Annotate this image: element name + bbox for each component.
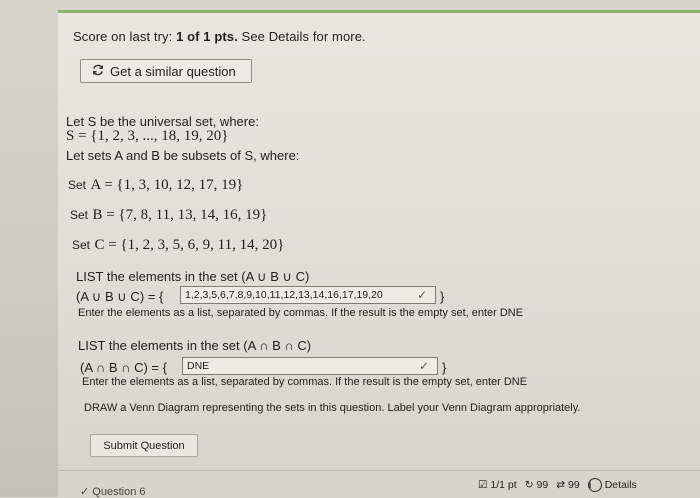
- intersection-answer-value: DNE: [187, 360, 210, 372]
- intersection-suffix: }: [442, 360, 447, 375]
- retries-value: 99: [536, 479, 549, 491]
- next-question-label: Question 6: [92, 486, 146, 498]
- details-label: Details: [604, 479, 637, 491]
- exchange-icon: ⇄: [556, 479, 566, 491]
- points-value: 1/1 pt: [490, 479, 517, 491]
- retries-stat: ↻ 99: [525, 479, 549, 491]
- set-c-label: Set: [72, 238, 91, 252]
- points-stat: ☑ 1/1 pt: [478, 479, 517, 491]
- question-panel: [58, 13, 700, 497]
- set-b-line: Set B = {7, 8, 11, 13, 14, 16, 19}: [70, 206, 267, 224]
- score-suffix: See Details for more.: [237, 29, 366, 44]
- venn-instruction: DRAW a Venn Diagram representing the set…: [84, 402, 581, 414]
- get-similar-question-button[interactable]: Get a similar question: [80, 59, 252, 83]
- footer-stats: ☑ 1/1 pt ↻ 99 ⇄ 99 i Details: [478, 478, 637, 492]
- set-b-value: B = {7, 8, 11, 13, 14, 16, 19}: [92, 207, 268, 223]
- next-question-link[interactable]: ✓ Question 6: [80, 485, 145, 498]
- score-prefix: Score on last try:: [73, 29, 177, 44]
- set-a-label: Set: [68, 178, 87, 192]
- set-c-line: Set C = {1, 2, 3, 5, 6, 9, 11, 14, 20}: [72, 236, 284, 254]
- check-icon: ✓: [418, 359, 430, 373]
- union-prompt: LIST the elements in the set (A ∪ B ∪ C): [76, 269, 310, 284]
- submit-question-button[interactable]: Submit Question: [90, 434, 198, 457]
- score-value: 1 of 1 pts.: [176, 29, 238, 44]
- intersection-answer-field[interactable]: DNE ✓: [182, 357, 438, 375]
- instruction-intersection: Enter the elements as a list, separated …: [82, 376, 528, 388]
- info-icon: i: [587, 478, 602, 492]
- set-a-line: Set A = {1, 3, 10, 12, 17, 19}: [68, 176, 243, 194]
- footer-divider: [58, 470, 700, 471]
- universal-set: S = {1, 2, 3, ..., 18, 19, 20}: [66, 128, 229, 144]
- union-prefix: (A ∪ B ∪ C) = {: [76, 289, 164, 304]
- intersection-prefix: (A ∩ B ∩ C) = {: [80, 360, 167, 375]
- intro-subsets: Let sets A and B be subsets of S, where:: [66, 148, 300, 163]
- union-answer-field[interactable]: 1,2,3,5,6,7,8,9,10,11,12,13,14,16,17,19,…: [180, 286, 436, 304]
- set-b-label: Set: [70, 208, 89, 222]
- refresh-icon: [91, 63, 105, 80]
- instruction-union: Enter the elements as a list, separated …: [78, 307, 524, 319]
- intersection-prompt: LIST the elements in the set (A ∩ B ∩ C): [78, 338, 312, 353]
- union-suffix: }: [440, 289, 445, 304]
- intro-universal: Let S be the universal set, where:: [66, 114, 259, 129]
- attempts-value: 99: [568, 479, 580, 491]
- get-similar-question-label: Get a similar question: [110, 63, 236, 79]
- retry-icon: ↻: [524, 479, 534, 491]
- attempts-stat: ⇄ 99: [556, 479, 580, 491]
- checkmark-icon: ✓: [80, 486, 90, 498]
- score-line: Score on last try: 1 of 1 pts. See Detai…: [73, 29, 366, 44]
- set-c-value: C = {1, 2, 3, 5, 6, 9, 11, 14, 20}: [94, 237, 285, 253]
- check-icon: ✓: [416, 288, 428, 302]
- checkbox-icon: ☑: [478, 479, 488, 491]
- details-link[interactable]: i Details: [587, 478, 637, 492]
- union-answer-value: 1,2,3,5,6,7,8,9,10,11,12,13,14,16,17,19,…: [185, 289, 383, 301]
- set-a-value: A = {1, 3, 10, 12, 17, 19}: [90, 177, 244, 193]
